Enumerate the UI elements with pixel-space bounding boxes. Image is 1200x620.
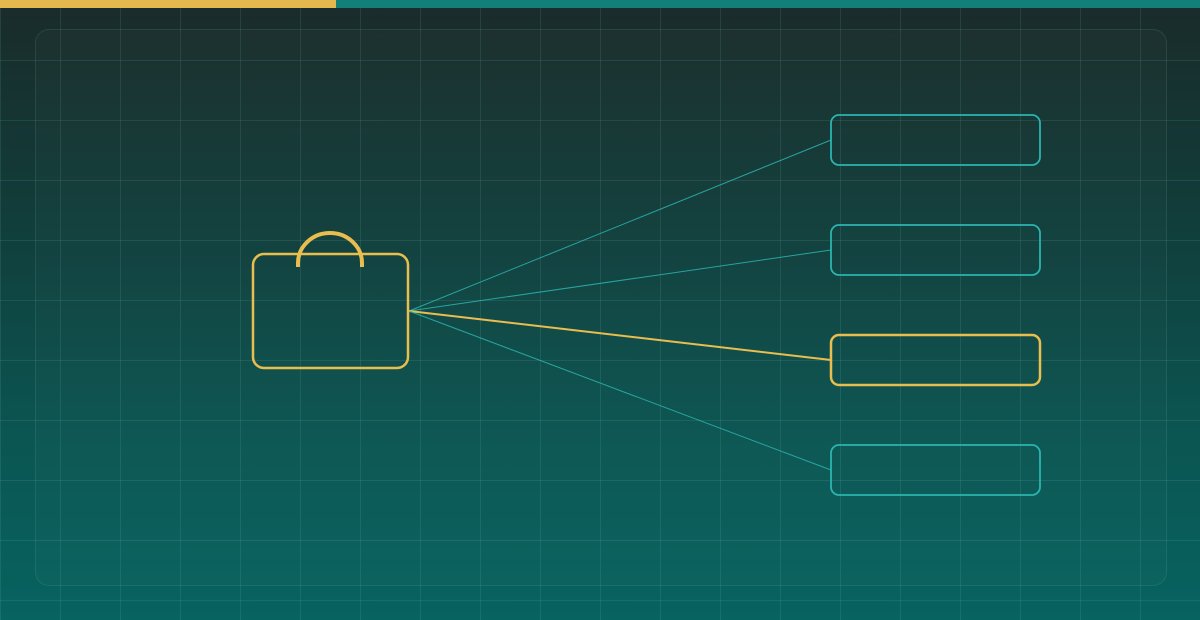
connector-line-3 <box>408 310 832 361</box>
briefcase-handle-icon <box>296 231 364 267</box>
target-node-box <box>830 224 1041 276</box>
hub-diagram <box>251 114 1042 496</box>
target-node-3 <box>829 333 1042 387</box>
diagram-canvas <box>0 0 1200 620</box>
target-node-2 <box>830 224 1041 276</box>
briefcase-body <box>251 252 410 370</box>
target-node-box <box>830 444 1041 496</box>
connector-lines <box>408 139 832 471</box>
target-node-box <box>830 114 1041 166</box>
target-nodes <box>829 114 1042 496</box>
target-node-1 <box>830 114 1041 166</box>
target-node-box <box>829 333 1042 387</box>
hub-node <box>251 231 410 370</box>
connector-line-1 <box>408 139 832 312</box>
connector-line-2 <box>408 249 832 312</box>
target-node-4 <box>830 444 1041 496</box>
